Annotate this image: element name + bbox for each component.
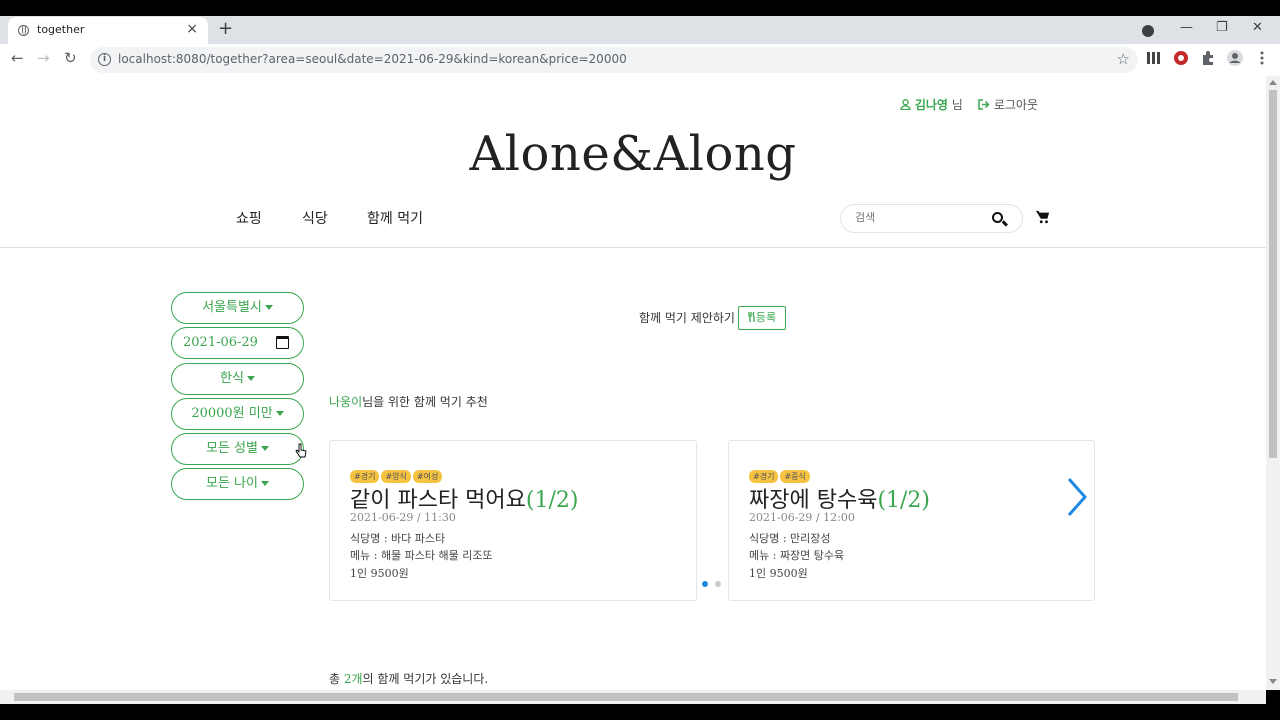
total-count-text: 총 2개의 함께 먹기가 있습니다.	[329, 670, 488, 687]
site-info-icon[interactable]: i	[98, 53, 111, 66]
puzzle-icon[interactable]	[1200, 50, 1216, 66]
card-title-text: 같이 파스타 먹어요	[350, 488, 526, 513]
browser-chrome: together × + — ❐ ✕ ← → ↻ i localhost:808…	[0, 16, 1280, 76]
browser-toolbar: ← → ↻ i localhost:8080/together?area=seo…	[0, 44, 1280, 76]
tab-strip: together × + — ❐ ✕	[0, 16, 1280, 44]
card-price: 1인 9500원	[749, 567, 808, 580]
nav-eat-together[interactable]: 함께 먹기	[367, 208, 423, 228]
back-button[interactable]: ←	[11, 49, 24, 67]
propose-text: 함께 먹기 제안하기	[639, 311, 735, 325]
gender-filter[interactable]: 모든 성별	[171, 433, 304, 465]
register-label: 등록	[755, 311, 777, 324]
header-divider	[0, 247, 1266, 248]
card-title-text: 짜장에 탕수육	[749, 488, 878, 513]
profile-avatar-icon[interactable]	[1227, 50, 1243, 66]
user-icon	[900, 99, 911, 111]
caret-down-icon	[260, 446, 269, 451]
total-prefix: 총	[329, 672, 344, 686]
globe-icon	[18, 25, 29, 36]
tab-title: together	[37, 23, 85, 36]
scroll-up-icon[interactable]	[1269, 80, 1277, 85]
nav-shopping[interactable]: 쇼핑	[236, 208, 262, 228]
forward-button[interactable]: →	[37, 49, 50, 67]
card-participant-count: (1/2)	[877, 488, 931, 513]
card-tags: #경기 #중식	[749, 464, 812, 483]
carousel-dot[interactable]	[715, 581, 721, 587]
gender-filter-label: 모든 성별	[206, 441, 258, 456]
logout-label[interactable]: 로그아웃	[994, 98, 1038, 112]
browser-tab[interactable]: together ×	[8, 17, 208, 44]
vertical-scroll-thumb[interactable]	[1269, 90, 1277, 458]
card-menu: 메뉴 : 짜장면 탕수육	[749, 549, 845, 562]
age-filter[interactable]: 모든 나이	[171, 468, 304, 500]
card-restaurant: 식당명 : 바다 파스타	[350, 532, 446, 545]
hand-cursor-icon	[295, 443, 307, 458]
new-tab-button[interactable]: +	[218, 18, 233, 39]
recommend-user-name: 나웅이	[329, 395, 363, 409]
age-filter-label: 모든 나이	[206, 476, 258, 491]
total-suffix: 의 함께 먹기가 있습니다.	[362, 672, 489, 686]
reload-button[interactable]: ↻	[64, 49, 77, 67]
site-logo[interactable]: Alone&Along	[0, 126, 1266, 182]
bookmark-star-icon[interactable]: ☆	[1117, 50, 1130, 68]
register-button[interactable]: 등록	[738, 306, 786, 330]
caret-down-icon	[264, 305, 273, 310]
price-filter-label: 20000원 미만	[191, 406, 273, 421]
user-suffix: 님	[947, 98, 963, 112]
area-filter[interactable]: 서울특별시	[171, 292, 304, 324]
calendar-icon[interactable]	[276, 336, 289, 349]
utensils-icon	[748, 311, 755, 322]
minimize-button[interactable]: —	[1180, 20, 1193, 35]
chrome-menu-icon[interactable]	[1142, 25, 1154, 37]
vertical-scrollbar[interactable]	[1266, 76, 1280, 690]
card-datetime: 2021-06-29 / 12:00	[749, 511, 855, 524]
caret-down-icon	[275, 411, 284, 416]
kind-filter[interactable]: 한식	[171, 363, 304, 395]
address-bar[interactable]: i localhost:8080/together?area=seoul&dat…	[90, 47, 1138, 73]
kind-filter-label: 한식	[220, 371, 244, 386]
search-input[interactable]	[855, 211, 985, 224]
search-icon[interactable]	[992, 212, 1003, 223]
carousel-next-arrow-icon[interactable]	[1066, 477, 1088, 517]
sign-out-icon	[978, 99, 990, 110]
user-greeting: 김나영 님	[900, 96, 963, 113]
page-viewport: 김나영 님 로그아웃 Alone&Along 쇼핑 식당 함께 먹기 서울특별시…	[0, 76, 1266, 690]
date-filter-value[interactable]: 2021-06-29	[183, 335, 258, 350]
logout-link[interactable]: 로그아웃	[978, 96, 1038, 113]
scroll-down-icon[interactable]	[1269, 679, 1277, 684]
card-menu: 메뉴 : 해물 파스타 해물 리조또	[350, 549, 493, 562]
card-price: 1인 9500원	[350, 567, 409, 580]
tab-close-icon[interactable]: ×	[186, 21, 198, 37]
window-close-button[interactable]: ✕	[1252, 20, 1263, 35]
price-filter[interactable]: 20000원 미만	[171, 398, 304, 430]
card-datetime: 2021-06-29 / 11:30	[350, 511, 456, 524]
nav-restaurant[interactable]: 식당	[302, 208, 328, 228]
recommend-suffix: 님을 위한 함께 먹기 추천	[362, 395, 488, 409]
more-menu-icon[interactable]	[1254, 50, 1270, 66]
horizontal-scroll-thumb[interactable]	[14, 693, 1238, 701]
horizontal-scrollbar[interactable]	[0, 690, 1266, 704]
card-tags: #경기 #양식 #여성	[350, 464, 444, 483]
card-title[interactable]: 같이 파스타 먹어요(1/2)	[350, 482, 579, 514]
url-text[interactable]: localhost:8080/together?area=seoul&date=…	[118, 52, 627, 66]
screen-bottom-edge	[0, 704, 1280, 720]
card-title[interactable]: 짜장에 탕수육(1/2)	[749, 482, 930, 514]
carousel-dot-active[interactable]	[702, 581, 708, 587]
card-restaurant: 식당명 : 만리장성	[749, 532, 831, 545]
total-count: 2개	[343, 672, 363, 686]
area-filter-label: 서울특별시	[202, 300, 262, 315]
card-participant-count: (1/2)	[525, 488, 579, 513]
extension-n-icon[interactable]	[1146, 50, 1162, 66]
caret-down-icon	[260, 481, 269, 486]
user-name[interactable]: 김나영	[915, 98, 948, 112]
search-box	[840, 204, 1023, 233]
recommend-heading: 나웅이님을 위한 함께 먹기 추천	[329, 393, 488, 410]
meetup-card[interactable]: #경기 #양식 #여성 같이 파스타 먹어요(1/2) 2021-06-29 / 1…	[329, 440, 697, 601]
date-filter[interactable]: 2021-06-29	[171, 327, 304, 359]
maximize-button[interactable]: ❐	[1216, 20, 1228, 35]
caret-down-icon	[246, 376, 255, 381]
cart-icon[interactable]	[1036, 210, 1050, 224]
meetup-card[interactable]: #경기 #중식 짜장에 탕수육(1/2) 2021-06-29 / 12:00 식…	[728, 440, 1095, 601]
extension-red-icon[interactable]	[1173, 50, 1189, 66]
